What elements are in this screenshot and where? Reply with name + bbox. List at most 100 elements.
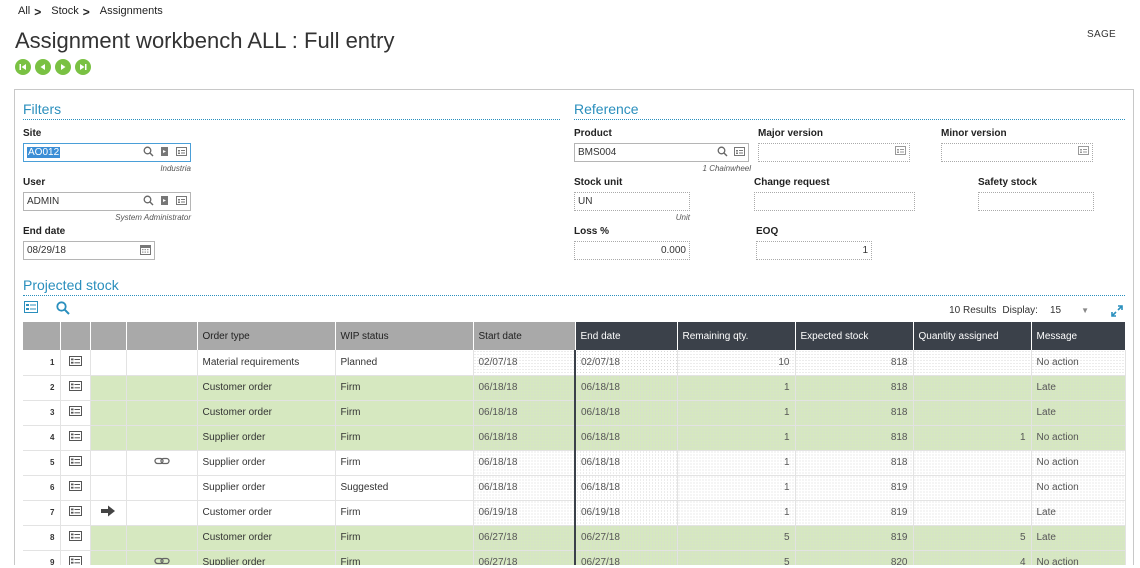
cell-expected-stock: 819 xyxy=(795,475,914,501)
row-detail-icon[interactable] xyxy=(60,350,91,376)
detail-icon[interactable] xyxy=(734,147,745,159)
cell-wip-status: Firm xyxy=(335,450,474,476)
cell-order-type: Customer order xyxy=(197,525,336,551)
product-value: BMS004 xyxy=(578,147,617,158)
header-quantity-assigned[interactable]: Quantity assigned xyxy=(913,322,1032,350)
row-link-cell xyxy=(126,475,198,501)
detail-icon[interactable] xyxy=(176,196,187,208)
cell-message: Late xyxy=(1031,375,1126,401)
next-record-icon[interactable] xyxy=(55,59,71,75)
expand-icon[interactable] xyxy=(1111,305,1123,320)
row-link-cell xyxy=(126,425,198,451)
previous-record-icon[interactable] xyxy=(35,59,51,75)
cell-quantity-assigned xyxy=(913,450,1032,476)
cell-message: Late xyxy=(1031,525,1126,551)
site-label: Site xyxy=(23,128,42,139)
row-arrow-cell xyxy=(90,450,127,476)
table-row[interactable]: 3 Customer order Firm 06/18/18 06/18/18 1 818 L… xyxy=(23,400,1126,426)
major-version-field[interactable] xyxy=(758,143,910,162)
projected-stock-title: Projected stock xyxy=(23,277,119,293)
user-field[interactable]: ADMIN xyxy=(23,192,191,211)
row-detail-icon[interactable] xyxy=(60,525,91,551)
cell-start-date: 06/18/18 xyxy=(473,475,576,501)
reference-divider xyxy=(574,119,1125,120)
arrow-right-icon[interactable] xyxy=(90,500,127,526)
search-icon[interactable] xyxy=(56,301,70,318)
cell-message: No action xyxy=(1031,450,1126,476)
row-detail-icon[interactable] xyxy=(60,425,91,451)
cell-quantity-assigned xyxy=(913,500,1032,526)
minor-version-field[interactable] xyxy=(941,143,1093,162)
header-message[interactable]: Message xyxy=(1031,322,1126,350)
cell-order-type: Supplier order xyxy=(197,450,336,476)
calendar-icon[interactable] xyxy=(140,244,151,258)
row-detail-icon[interactable] xyxy=(60,400,91,426)
row-detail-icon[interactable] xyxy=(60,475,91,501)
breadcrumb-all[interactable]: All xyxy=(18,5,30,19)
brand-label: SAGE xyxy=(1087,29,1116,40)
row-detail-icon[interactable] xyxy=(60,550,91,565)
cell-remaining-qty: 5 xyxy=(677,550,796,565)
header-expected-stock[interactable]: Expected stock xyxy=(795,322,914,350)
eoq-field: 1 xyxy=(756,241,872,260)
detail-icon[interactable] xyxy=(1078,146,1089,158)
projected-stock-table: Order type WIP status Start date End dat… xyxy=(23,322,1126,565)
detail-view-icon[interactable] xyxy=(24,301,38,318)
stock-unit-description: Unit xyxy=(675,213,690,222)
table-row[interactable]: 1 Material requirements Planned 02/07/18 02/… xyxy=(23,350,1126,376)
cell-expected-stock: 819 xyxy=(795,525,914,551)
cell-remaining-qty: 5 xyxy=(677,525,796,551)
search-icon[interactable] xyxy=(717,146,728,160)
search-icon[interactable] xyxy=(143,195,154,209)
cell-start-date: 06/19/18 xyxy=(473,500,576,526)
row-number: 9 xyxy=(23,550,61,565)
table-row[interactable]: 7 Customer order Firm 06/19/18 06/19/18 1 819 L… xyxy=(23,500,1126,526)
results-summary: 10 Results Display: 15 ▼ xyxy=(949,305,1089,316)
last-record-icon[interactable] xyxy=(75,59,91,75)
breadcrumb-assignments[interactable]: Assignments xyxy=(100,5,163,19)
detail-icon[interactable] xyxy=(895,146,906,158)
record-navigation xyxy=(15,59,91,75)
cell-wip-status: Suggested xyxy=(335,475,474,501)
table-row[interactable]: 2 Customer order Firm 06/18/18 06/18/18 1 818 L… xyxy=(23,375,1126,401)
product-description: 1 Chainwheel xyxy=(702,164,751,173)
cell-end-date: 06/27/18 xyxy=(574,525,678,551)
link-icon[interactable] xyxy=(126,550,198,565)
end-date-label: End date xyxy=(23,226,66,237)
page-title: Assignment workbench ALL : Full entry xyxy=(15,28,395,53)
row-arrow-cell xyxy=(90,425,127,451)
table-row[interactable]: 8 Customer order Firm 06/27/18 06/27/18 5 819 5… xyxy=(23,525,1126,551)
chevron-down-icon[interactable]: ▼ xyxy=(1081,306,1089,315)
cell-start-date: 06/18/18 xyxy=(473,375,576,401)
cell-expected-stock: 818 xyxy=(795,450,914,476)
user-value: ADMIN xyxy=(27,196,60,207)
site-field[interactable]: AO012 xyxy=(23,143,191,162)
table-row[interactable]: 5 Supplier order Firm 06/18/18 06/18/18 1 818 N… xyxy=(23,450,1126,476)
table-row[interactable]: 4 Supplier order Firm 06/18/18 06/18/18 1 818 1… xyxy=(23,425,1126,451)
major-version-label: Major version xyxy=(758,128,824,139)
end-date-field[interactable]: 08/29/18 xyxy=(23,241,155,260)
link-icon[interactable] xyxy=(126,450,198,476)
display-select[interactable]: 15 xyxy=(1050,305,1061,316)
product-field[interactable]: BMS004 xyxy=(574,143,749,162)
detail-icon[interactable] xyxy=(176,147,187,159)
search-icon[interactable] xyxy=(143,146,154,160)
cell-message: No action xyxy=(1031,350,1126,376)
goto-icon[interactable] xyxy=(160,146,170,160)
row-detail-icon[interactable] xyxy=(60,500,91,526)
header-end-date[interactable]: End date xyxy=(575,322,678,350)
header-wip-status[interactable]: WIP status xyxy=(335,322,474,350)
header-order-type[interactable]: Order type xyxy=(197,322,336,350)
cell-expected-stock: 818 xyxy=(795,400,914,426)
row-detail-icon[interactable] xyxy=(60,450,91,476)
row-detail-icon[interactable] xyxy=(60,375,91,401)
table-row[interactable]: 9 Supplier order Firm 06/27/18 06/27/18 5 820 4… xyxy=(23,550,1126,565)
table-row[interactable]: 6 Supplier order Suggested 06/18/18 06/18/18… xyxy=(23,475,1126,501)
first-record-icon[interactable] xyxy=(15,59,31,75)
display-label: Display: xyxy=(1002,305,1038,316)
header-remaining-qty[interactable]: Remaining qty. xyxy=(677,322,796,350)
reference-title: Reference xyxy=(574,101,639,117)
header-start-date[interactable]: Start date xyxy=(473,322,576,350)
goto-icon[interactable] xyxy=(160,195,170,209)
breadcrumb-stock[interactable]: Stock xyxy=(51,5,79,19)
